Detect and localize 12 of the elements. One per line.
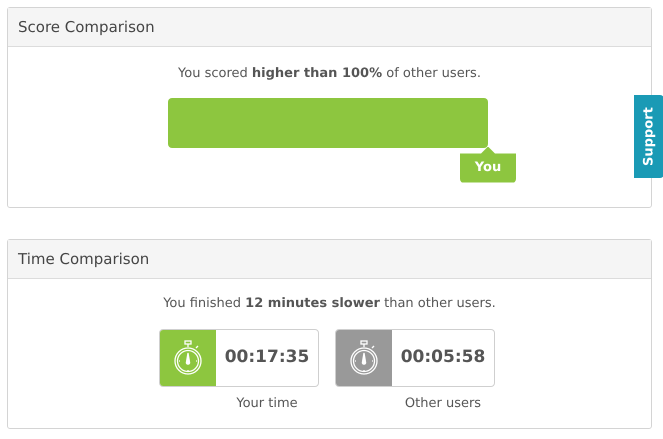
score-summary: You scored higher than 100% of other users. [178, 65, 481, 83]
support-tab[interactable]: Support [634, 95, 663, 178]
time-summary: You finished 12 minutes slower than other users. [163, 295, 496, 313]
panel-title: Score Comparison [18, 16, 155, 38]
timer-caption: Other users [404, 394, 482, 412]
score-marker-tooltip: You [460, 146, 516, 182]
timer-caption: Your time [236, 394, 298, 412]
panel-title: Time Comparison [18, 248, 150, 270]
stopwatch-icon [173, 340, 203, 376]
stopwatch-icon [349, 340, 379, 376]
timer-value: 00:05:58 [400, 346, 486, 369]
timer-value: 00:17:35 [224, 346, 310, 369]
